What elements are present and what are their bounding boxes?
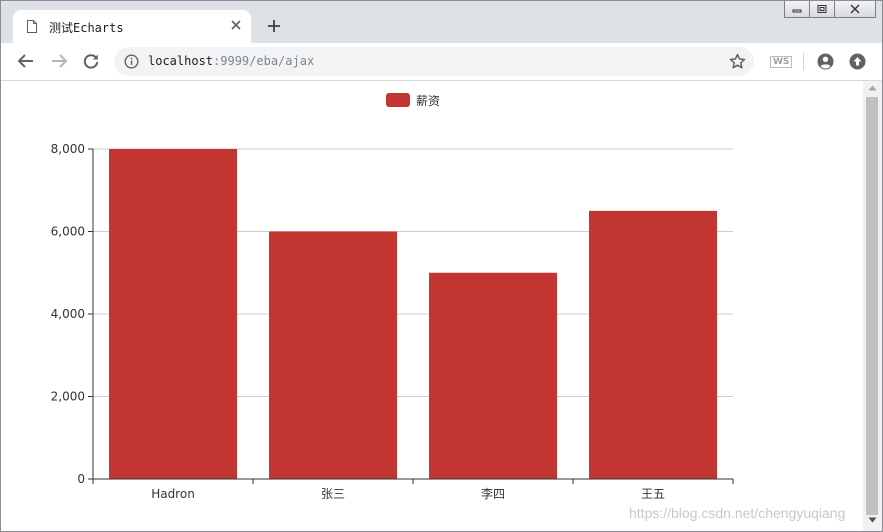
legend-swatch (386, 93, 410, 107)
bar (589, 210, 717, 479)
x-tick-label: Hadron (151, 487, 195, 501)
toolbar-divider (803, 53, 804, 70)
minimize-icon (792, 9, 802, 13)
url-host: localhost (148, 54, 214, 68)
tab-strip: 测试Echarts (1, 1, 882, 43)
bar (429, 272, 557, 479)
x-tick-label: 张三 (321, 487, 345, 501)
bar-chart: 薪资 0 2,000 4,000 6,000 8,000 Hadron 张三 李四 王五 (51, 93, 734, 501)
watermark-text: https://blog.csdn.net/chengyuqiang (629, 505, 846, 521)
scroll-down-arrow-icon[interactable] (868, 517, 877, 523)
y-tick-label: 2,000 (51, 390, 85, 404)
document-icon (27, 20, 37, 33)
browser-window: 测试Echarts localhost:9999/eba/ajax WS 薪资 … (0, 0, 883, 532)
scroll-up-arrow-icon[interactable] (868, 85, 877, 91)
maximize-button[interactable] (809, 1, 835, 18)
url-text[interactable]: localhost:9999/eba/ajax (148, 54, 314, 68)
y-tick-label: 6,000 (51, 225, 85, 239)
restore-icon (817, 5, 827, 13)
legend-label: 薪资 (416, 94, 440, 108)
reload-icon[interactable] (82, 52, 100, 70)
address-bar[interactable]: localhost:9999/eba/ajax (114, 47, 754, 76)
new-tab-icon[interactable] (267, 19, 281, 33)
browser-tab[interactable]: 测试Echarts (13, 10, 251, 43)
minimize-button[interactable] (784, 1, 810, 18)
url-path: :9999/eba/ajax (213, 54, 315, 68)
window-controls (784, 1, 876, 19)
y-tick-label: 0 (77, 472, 85, 486)
tab-title: 测试Echarts (49, 21, 124, 35)
info-icon[interactable] (124, 54, 139, 69)
close-icon (850, 4, 860, 14)
close-window-button[interactable] (834, 1, 876, 18)
y-tick-label: 4,000 (51, 307, 85, 321)
forward-arrow-icon[interactable] (50, 52, 68, 70)
x-tick-label: 李四 (481, 486, 505, 501)
browser-toolbar: localhost:9999/eba/ajax WS (1, 43, 882, 81)
extension-ws-icon[interactable]: WS (770, 56, 793, 68)
scrollbar-thumb[interactable] (866, 97, 878, 515)
back-arrow-icon[interactable] (17, 52, 35, 70)
profile-icon[interactable] (817, 53, 834, 70)
bookmark-star-icon[interactable] (729, 53, 746, 70)
x-tick-label: 王五 (641, 487, 665, 501)
update-icon[interactable] (849, 53, 866, 70)
vertical-scrollbar[interactable] (863, 81, 882, 531)
bar (269, 231, 397, 479)
bar (109, 149, 237, 479)
y-tick-label: 8,000 (51, 142, 85, 156)
close-tab-icon[interactable] (229, 18, 243, 32)
page-content: 薪资 0 2,000 4,000 6,000 8,000 Hadron 张三 李四 王五 http… (1, 81, 863, 531)
